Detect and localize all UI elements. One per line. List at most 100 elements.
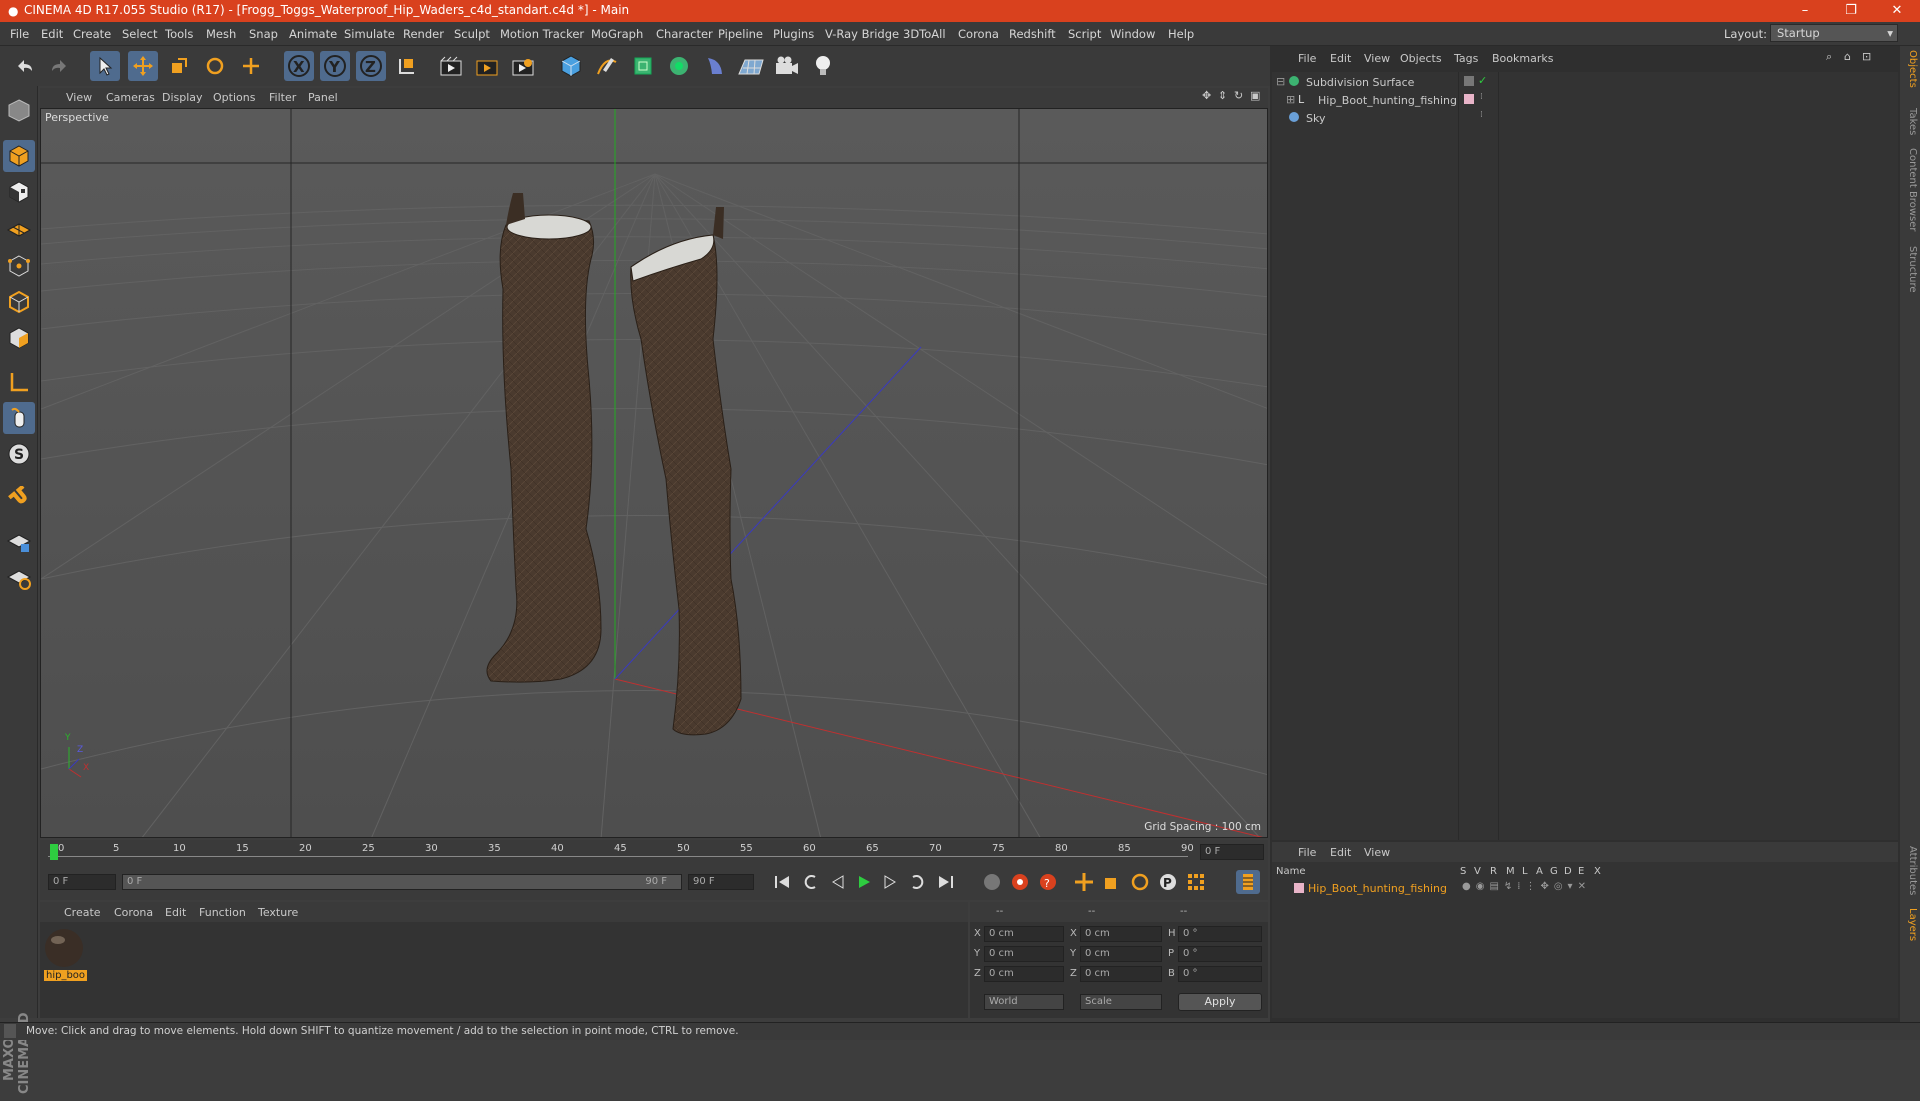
- previous-frame-button[interactable]: [826, 870, 850, 894]
- menu-help[interactable]: Help: [1168, 27, 1194, 41]
- coord-space-select[interactable]: World: [984, 994, 1064, 1010]
- object-row-sky[interactable]: Sky ⁞: [1272, 110, 1898, 128]
- close-button[interactable]: ✕: [1874, 0, 1920, 22]
- tab-content-browser[interactable]: Content Browser: [1902, 148, 1918, 231]
- new-view-icon[interactable]: ⊡: [1862, 50, 1871, 63]
- object-row-hip-boot[interactable]: ⊞ L Hip_Boot_hunting_fishing ⁞: [1272, 92, 1898, 110]
- tab-objects[interactable]: Objects: [1902, 50, 1918, 88]
- layer-toggle-icons[interactable]: ●◉▤↯⁞⋮✥◎▾✕: [1462, 881, 1591, 892]
- vp-menu-options[interactable]: Options: [213, 91, 255, 104]
- menu-redshift[interactable]: Redshift: [1009, 27, 1056, 41]
- menu-simulate[interactable]: Simulate: [344, 27, 395, 41]
- magnet-snap-button[interactable]: [3, 482, 35, 514]
- menu-3dtoall[interactable]: 3DToAll: [903, 27, 946, 41]
- autokey-button[interactable]: ?: [1036, 870, 1060, 894]
- vp-menu-display[interactable]: Display: [162, 91, 203, 104]
- tweak-mode-button[interactable]: [3, 402, 35, 434]
- menu-select[interactable]: Select: [122, 27, 157, 41]
- layer-color-swatch[interactable]: [1294, 883, 1304, 893]
- texture-mode-button[interactable]: [3, 176, 35, 208]
- menu-file[interactable]: File: [10, 27, 29, 41]
- locked-workplane-button[interactable]: [3, 526, 35, 558]
- search-icon[interactable]: ⌕: [1826, 50, 1832, 64]
- key-parameter-button[interactable]: P: [1156, 870, 1180, 894]
- material-swatch[interactable]: hip_boo: [42, 926, 88, 982]
- timeline-ruler[interactable]: 0 5 10 15 20 25 30 35 40 45 50 55 60 65 …: [40, 840, 1268, 864]
- menu-mograph[interactable]: MoGraph: [591, 27, 643, 41]
- menu-render[interactable]: Render: [403, 27, 444, 41]
- zoom-view-icon[interactable]: ⇕: [1218, 89, 1227, 102]
- go-to-start-button[interactable]: [770, 870, 794, 894]
- motion-record-button[interactable]: [980, 870, 1004, 894]
- rotate-tool-button[interactable]: [200, 51, 230, 81]
- obj-menu-file[interactable]: File: [1298, 52, 1316, 65]
- undo-button[interactable]: [10, 51, 40, 81]
- key-scale-button[interactable]: [1100, 870, 1124, 894]
- mat-menu-function[interactable]: Function: [199, 906, 246, 919]
- layer-menu-edit[interactable]: Edit: [1330, 846, 1351, 859]
- snap-enable-button[interactable]: S: [3, 438, 35, 470]
- obj-menu-view[interactable]: View: [1364, 52, 1390, 65]
- cloner-object-button[interactable]: [664, 51, 694, 81]
- apply-button[interactable]: Apply: [1178, 993, 1262, 1011]
- next-frame-button[interactable]: [878, 870, 902, 894]
- points-mode-button[interactable]: [3, 250, 35, 282]
- make-editable-button[interactable]: [3, 94, 35, 126]
- menu-plugins[interactable]: Plugins: [773, 27, 814, 41]
- model-mode-button[interactable]: [3, 140, 35, 172]
- obj-menu-bookmarks[interactable]: Bookmarks: [1492, 52, 1553, 65]
- menu-character[interactable]: Character: [656, 27, 713, 41]
- record-keys-button[interactable]: [1008, 870, 1032, 894]
- light-object-button[interactable]: [808, 51, 838, 81]
- key-rotation-button[interactable]: [1128, 870, 1152, 894]
- layer-menu-file[interactable]: File: [1298, 846, 1316, 859]
- vp-menu-cameras[interactable]: Cameras: [106, 91, 155, 104]
- start-frame-field[interactable]: 0 F: [48, 874, 116, 890]
- size-x-field[interactable]: 0 cm: [1080, 926, 1162, 942]
- vp-menu-view[interactable]: View: [66, 91, 92, 104]
- move-view-icon[interactable]: ✥: [1202, 89, 1211, 102]
- visibility-dots-icon[interactable]: ⁞: [1480, 92, 1483, 102]
- render-active-view-button[interactable]: [472, 51, 502, 81]
- redo-button[interactable]: [44, 51, 74, 81]
- menu-animate[interactable]: Animate: [289, 27, 337, 41]
- menu-window[interactable]: Window: [1110, 27, 1155, 41]
- menu-corona[interactable]: Corona: [958, 27, 999, 41]
- edges-mode-button[interactable]: [3, 286, 35, 318]
- maximize-button[interactable]: ❐: [1828, 0, 1874, 22]
- menu-pipeline[interactable]: Pipeline: [718, 27, 763, 41]
- rotation-h-field[interactable]: 0 °: [1178, 926, 1262, 942]
- minimize-button[interactable]: –: [1782, 0, 1828, 22]
- menu-vray-bridge[interactable]: V-Ray Bridge: [825, 27, 899, 41]
- planar-workplane-button[interactable]: [3, 562, 35, 594]
- timeline-window-button[interactable]: [1236, 870, 1260, 894]
- z-axis-lock-button[interactable]: Z: [356, 51, 386, 81]
- transform-tool-button[interactable]: [236, 51, 266, 81]
- playhead[interactable]: [50, 844, 58, 860]
- polygons-mode-button[interactable]: [3, 322, 35, 354]
- layout-select[interactable]: Startup ▾: [1770, 24, 1898, 42]
- menu-script[interactable]: Script: [1068, 27, 1101, 41]
- floor-object-button[interactable]: [736, 51, 766, 81]
- menu-mesh[interactable]: Mesh: [206, 27, 236, 41]
- previous-key-button[interactable]: [800, 870, 824, 894]
- layer-row[interactable]: Hip_Boot_hunting_fishing ●◉▤↯⁞⋮✥◎▾✕: [1272, 881, 1898, 898]
- frame-range-slider[interactable]: 0 F 90 F: [122, 874, 682, 890]
- x-axis-lock-button[interactable]: X: [284, 51, 314, 81]
- mat-menu-create[interactable]: Create: [64, 906, 101, 919]
- deformer-button[interactable]: [700, 51, 730, 81]
- obj-menu-edit[interactable]: Edit: [1330, 52, 1351, 65]
- tab-takes[interactable]: Takes: [1902, 108, 1918, 135]
- current-frame-field[interactable]: 0 F: [1200, 844, 1264, 860]
- rotation-b-field[interactable]: 0 °: [1178, 966, 1262, 982]
- home-icon[interactable]: ⌂: [1844, 50, 1851, 63]
- visibility-dots-icon[interactable]: ⁞: [1480, 110, 1483, 120]
- subdivision-object-button[interactable]: [628, 51, 658, 81]
- coord-mode-select[interactable]: Scale: [1080, 994, 1162, 1010]
- tab-attributes[interactable]: Attributes: [1902, 846, 1918, 895]
- vp-menu-filter[interactable]: Filter: [269, 91, 296, 104]
- key-position-button[interactable]: [1072, 870, 1096, 894]
- position-y-field[interactable]: 0 cm: [984, 946, 1064, 962]
- size-y-field[interactable]: 0 cm: [1080, 946, 1162, 962]
- mat-menu-corona[interactable]: Corona: [114, 906, 153, 919]
